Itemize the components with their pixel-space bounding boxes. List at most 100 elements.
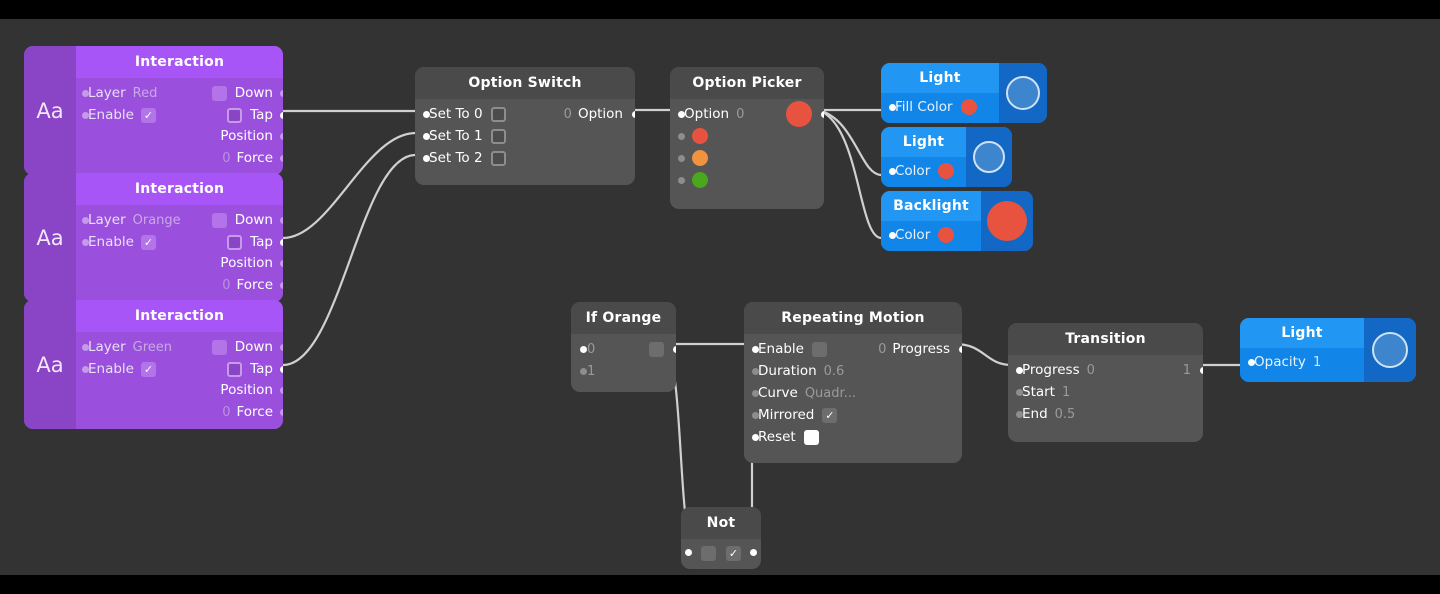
node-option-picker[interactable]: Option Picker Option 0: [670, 67, 824, 209]
out-down[interactable]: Down: [153, 82, 283, 104]
row-option-red[interactable]: [670, 125, 824, 147]
node-repeating-motion[interactable]: Repeating Motion Enable Duration 0.6 Cur…: [744, 302, 962, 463]
row-curve[interactable]: Curve Quadr...: [744, 382, 962, 404]
down-checkbox[interactable]: [211, 212, 227, 228]
port-down-icon[interactable]: [280, 344, 283, 351]
node-not[interactable]: Not ✓: [681, 507, 761, 569]
port-tap-icon[interactable]: [280, 366, 283, 373]
set-to-1-button[interactable]: [490, 128, 506, 144]
row-value[interactable]: 0.6: [824, 364, 845, 379]
port-option-green-icon[interactable]: [678, 177, 685, 184]
selected-color-swatch[interactable]: [786, 101, 812, 127]
port-start-icon[interactable]: [1016, 389, 1023, 396]
row-value[interactable]: 1: [1062, 385, 1070, 400]
port-option-in-icon[interactable]: [678, 111, 685, 118]
row-end[interactable]: End 0.5: [1008, 403, 1203, 425]
out-position[interactable]: Position: [153, 379, 283, 401]
node-transition[interactable]: Transition Progress 0 Start 1 End 0.5 1: [1008, 323, 1203, 442]
row-value[interactable]: Quadr...: [805, 386, 856, 401]
port-down-icon[interactable]: [280, 217, 283, 224]
port-result-out-icon[interactable]: [673, 346, 676, 353]
port-mirrored-icon[interactable]: [752, 412, 759, 419]
port-position-icon[interactable]: [280, 133, 283, 140]
graph-canvas[interactable]: Aa Interaction Layer Red Enable ✓ Down T…: [0, 19, 1440, 575]
out-force[interactable]: 0 Force: [153, 401, 283, 423]
port-input-1-icon[interactable]: [580, 368, 587, 375]
port-option-out-icon[interactable]: [632, 111, 635, 118]
port-opacity-icon[interactable]: [1248, 359, 1255, 366]
row-set-to-2[interactable]: Set To 2: [415, 147, 635, 169]
node-interaction-orange[interactable]: Aa Interaction Layer Orange Enable ✓ Dow…: [24, 173, 283, 302]
out-option[interactable]: 0 Option: [513, 103, 635, 125]
port-input-0-icon[interactable]: [580, 346, 587, 353]
row-option-green[interactable]: [670, 169, 824, 191]
port-enable-icon[interactable]: [752, 346, 759, 353]
port-position-icon[interactable]: [280, 260, 283, 267]
node-backlight[interactable]: Backlight Color: [881, 191, 1033, 251]
row-opacity[interactable]: Opacity 1: [1240, 351, 1364, 373]
port-value-out-icon[interactable]: [1200, 367, 1203, 374]
color-swatch[interactable]: [938, 163, 955, 179]
not-row[interactable]: ✓: [681, 539, 761, 567]
out-tap[interactable]: Tap: [153, 104, 283, 126]
port-color-out-icon[interactable]: [821, 111, 824, 118]
port-enable-icon[interactable]: [82, 366, 89, 373]
row-option-orange[interactable]: [670, 147, 824, 169]
port-color-icon[interactable]: [889, 232, 896, 239]
out-progress[interactable]: 0 Progress: [830, 338, 962, 360]
swatch-green[interactable]: [692, 172, 708, 188]
port-enable-icon[interactable]: [82, 239, 89, 246]
mirrored-checkbox[interactable]: ✓: [822, 407, 838, 423]
port-force-icon[interactable]: [280, 282, 283, 289]
port-reset-icon[interactable]: [752, 434, 759, 441]
out-selected-color[interactable]: [786, 101, 824, 127]
port-layer-icon[interactable]: [82, 344, 89, 351]
out-value[interactable]: 1: [1111, 359, 1203, 381]
node-option-switch[interactable]: Option Switch Set To 0 Set To 1 Set To 2: [415, 67, 635, 185]
not-input-checkbox[interactable]: [701, 545, 716, 561]
node-if-orange[interactable]: If Orange 0 1: [571, 302, 676, 392]
row-value[interactable]: 0.5: [1055, 407, 1076, 422]
swatch-red[interactable]: [692, 128, 708, 144]
port-force-icon[interactable]: [280, 155, 283, 162]
port-progress-out-icon[interactable]: [959, 346, 962, 353]
row-start[interactable]: Start 1: [1008, 381, 1203, 403]
enable-checkbox[interactable]: [811, 341, 827, 357]
row-value[interactable]: 0: [1087, 363, 1095, 378]
port-down-icon[interactable]: [280, 90, 283, 97]
port-layer-icon[interactable]: [82, 217, 89, 224]
port-set-to-1-icon[interactable]: [423, 133, 430, 140]
port-set-to-2-icon[interactable]: [423, 155, 430, 162]
port-duration-icon[interactable]: [752, 368, 759, 375]
port-fill-color-icon[interactable]: [889, 104, 896, 111]
row-fill-color[interactable]: Fill Color: [881, 96, 999, 118]
node-interaction-green[interactable]: Aa Interaction Layer Green Enable ✓ Down…: [24, 300, 283, 429]
row-duration[interactable]: Duration 0.6: [744, 360, 962, 382]
port-color-icon[interactable]: [889, 168, 896, 175]
port-tap-icon[interactable]: [280, 112, 283, 119]
out-position[interactable]: Position: [153, 252, 283, 274]
node-light-opacity[interactable]: Light Opacity 1: [1240, 318, 1416, 382]
port-layer-icon[interactable]: [82, 90, 89, 97]
out-result[interactable]: [649, 338, 676, 360]
row-set-to-1[interactable]: Set To 1: [415, 125, 635, 147]
out-tap[interactable]: Tap: [153, 358, 283, 380]
node-light-fill[interactable]: Light Fill Color: [881, 63, 1047, 123]
row-reset[interactable]: Reset: [744, 426, 962, 448]
fill-color-swatch[interactable]: [960, 99, 977, 115]
port-option-red-icon[interactable]: [678, 133, 685, 140]
port-position-icon[interactable]: [280, 387, 283, 394]
out-down[interactable]: Down: [153, 336, 283, 358]
tap-radio[interactable]: [227, 234, 243, 250]
port-not-out-icon[interactable]: [750, 549, 757, 556]
out-position[interactable]: Position: [153, 125, 283, 147]
port-enable-icon[interactable]: [82, 112, 89, 119]
result-checkbox[interactable]: [649, 341, 664, 357]
row-color[interactable]: Color: [881, 224, 981, 246]
not-output-checkbox[interactable]: ✓: [726, 545, 741, 561]
port-force-icon[interactable]: [280, 409, 283, 416]
out-tap[interactable]: Tap: [153, 231, 283, 253]
out-force[interactable]: 0 Force: [153, 274, 283, 296]
color-swatch[interactable]: [938, 227, 955, 243]
set-to-0-button[interactable]: [490, 106, 506, 122]
